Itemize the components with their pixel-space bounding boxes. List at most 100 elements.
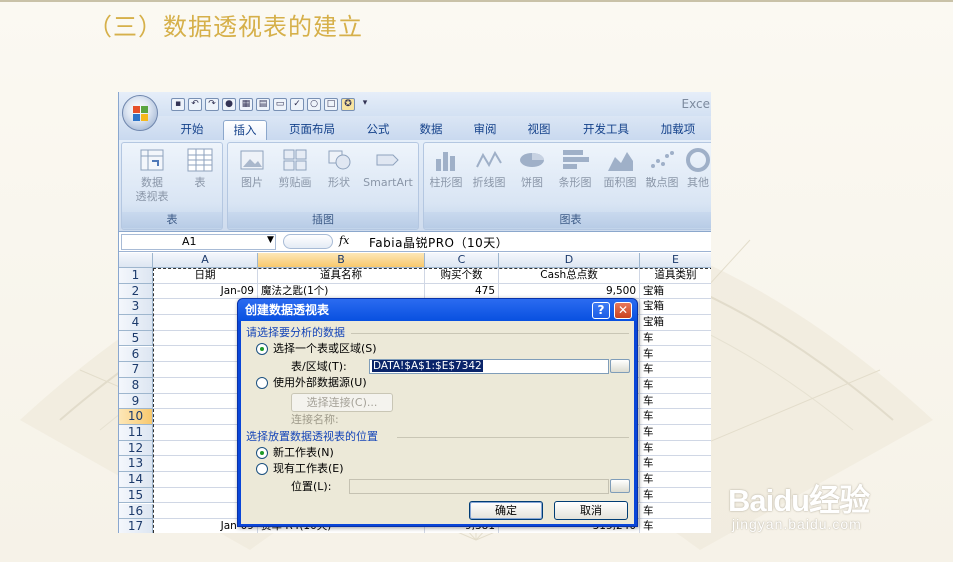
line-chart-button[interactable]: 折线图 [468,147,510,190]
cell[interactable]: 日期 [153,268,258,284]
cell[interactable]: 车 [640,331,711,347]
row-header[interactable]: 8 [119,377,153,394]
radio-new-sheet-label[interactable]: 新工作表(N) [273,446,334,460]
column-header-A[interactable]: A [153,253,258,268]
refresh-icon[interactable]: ● [222,97,236,111]
cell[interactable]: 车 [640,378,711,394]
cell[interactable]: 购买个数 [425,268,499,284]
name-box[interactable]: A1 [121,234,276,250]
row-header[interactable]: 6 [119,346,153,363]
tab-data[interactable]: 数据 [409,120,453,140]
column-chart-button[interactable]: 柱形图 [426,147,466,190]
save-icon[interactable]: ▪ [171,97,185,111]
cell[interactable]: Cash总点数 [499,268,640,284]
cell[interactable]: 车 [640,425,711,441]
row-header[interactable]: 11 [119,425,153,441]
cell[interactable]: 宝箱 [640,315,711,331]
column-header-E[interactable]: E [640,253,711,268]
chart-icon[interactable]: ▭ [273,97,287,111]
cell[interactable]: 车 [640,347,711,363]
fx-icon[interactable]: fx [339,234,349,247]
cell[interactable]: 道具类别 [640,268,711,284]
tab-home[interactable]: 开始 [171,120,213,140]
tab-page-layout[interactable]: 页面布局 [277,120,347,140]
shapes-button[interactable]: 形状 [320,147,358,190]
cell[interactable]: 车 [640,409,711,425]
redo-icon[interactable]: ↷ [205,97,219,111]
tab-view[interactable]: 视图 [517,120,561,140]
row-header[interactable]: 4 [119,315,153,331]
pivot-table-button[interactable]: 数据 透视表 [128,147,176,204]
radio-range[interactable] [256,343,268,355]
area-chart-button[interactable]: 面积图 [600,147,640,190]
office-button[interactable] [122,95,158,131]
cell[interactable]: 车 [640,504,711,520]
choose-connection-button[interactable]: 选择连接(C)... [291,393,393,412]
help-button[interactable]: ? [592,302,610,319]
cell[interactable]: 宝箱 [640,284,711,300]
row-header[interactable]: 12 [119,440,153,457]
bar-chart-button[interactable]: 条形图 [552,147,598,190]
row-header[interactable]: 15 [119,487,153,504]
tab-insert[interactable]: 插入 [223,120,267,140]
cell[interactable]: 车 [640,456,711,473]
location-input[interactable] [349,479,609,494]
radio-range-label[interactable]: 选择一个表或区域(S) [273,342,377,356]
check-icon[interactable]: ✓ [290,97,304,111]
pie-chart-button[interactable]: 饼图 [514,147,550,190]
undo-icon[interactable]: ↶ [188,97,202,111]
tab-formulas[interactable]: 公式 [355,120,401,140]
column-header-B[interactable]: B [258,253,425,268]
cell[interactable]: 车 [640,488,711,504]
ok-button[interactable]: 确定 [469,501,543,520]
smartart-button[interactable]: SmartArt [360,147,416,190]
row-header[interactable]: 2 [119,283,153,300]
radio-new-sheet[interactable] [256,447,268,459]
radio-existing-sheet[interactable] [256,463,268,475]
cell[interactable]: 车 [640,441,711,457]
cell[interactable]: 宝箱 [640,299,711,316]
sheet-icon[interactable]: ▤ [256,97,270,111]
circle-icon[interactable]: ○ [307,97,321,111]
row-header[interactable]: 14 [119,472,153,488]
row-header[interactable]: 9 [119,393,153,410]
column-header-C[interactable]: C [425,253,499,268]
row-header[interactable]: 10 [119,409,153,425]
clipart-button[interactable]: 剪贴画 [272,147,318,190]
column-header-D[interactable]: D [499,253,640,268]
tool-icon[interactable]: ✪ [341,97,355,111]
row-header[interactable]: 16 [119,503,153,520]
cell[interactable]: 车 [640,519,711,533]
row-header[interactable]: 7 [119,362,153,378]
location-picker-button[interactable] [610,479,630,493]
tab-developer[interactable]: 开发工具 [571,120,641,140]
cell[interactable]: 车 [640,472,711,488]
row-header[interactable]: 13 [119,456,153,473]
cell[interactable]: 车 [640,394,711,410]
formula-splitter[interactable] [283,234,333,249]
range-input[interactable]: DATA!$A$1:$E$7342 [369,359,609,374]
scatter-chart-button[interactable]: 散点图 [642,147,682,190]
customize-qat-icon[interactable]: ▾ [358,98,372,111]
radio-external-label[interactable]: 使用外部数据源(U) [273,376,367,390]
grid-icon[interactable]: ▦ [239,97,253,111]
tab-review[interactable]: 审阅 [463,120,507,140]
tab-addins[interactable]: 加载项 [649,120,707,140]
other-charts-button[interactable]: 其他 [682,147,711,190]
name-box-dropdown-icon[interactable]: ▼ [267,235,274,245]
row-header[interactable]: 3 [119,299,153,316]
row-header[interactable]: 17 [119,519,153,533]
radio-external[interactable] [256,377,268,389]
cancel-button[interactable]: 取消 [554,501,628,520]
formula-content[interactable]: Fabia晶锐PRO（10天） [369,234,508,251]
cell[interactable]: 车 [640,362,711,378]
table-button[interactable]: 表 [182,147,218,190]
cell[interactable]: 道具名称 [258,268,425,284]
close-button[interactable]: ✕ [614,302,632,319]
range-picker-button[interactable] [610,359,630,373]
box-icon[interactable]: □ [324,97,338,111]
select-all-corner[interactable] [119,253,153,268]
row-header[interactable]: 1 [119,268,153,284]
row-header[interactable]: 5 [119,330,153,347]
radio-existing-sheet-label[interactable]: 现有工作表(E) [273,462,344,476]
